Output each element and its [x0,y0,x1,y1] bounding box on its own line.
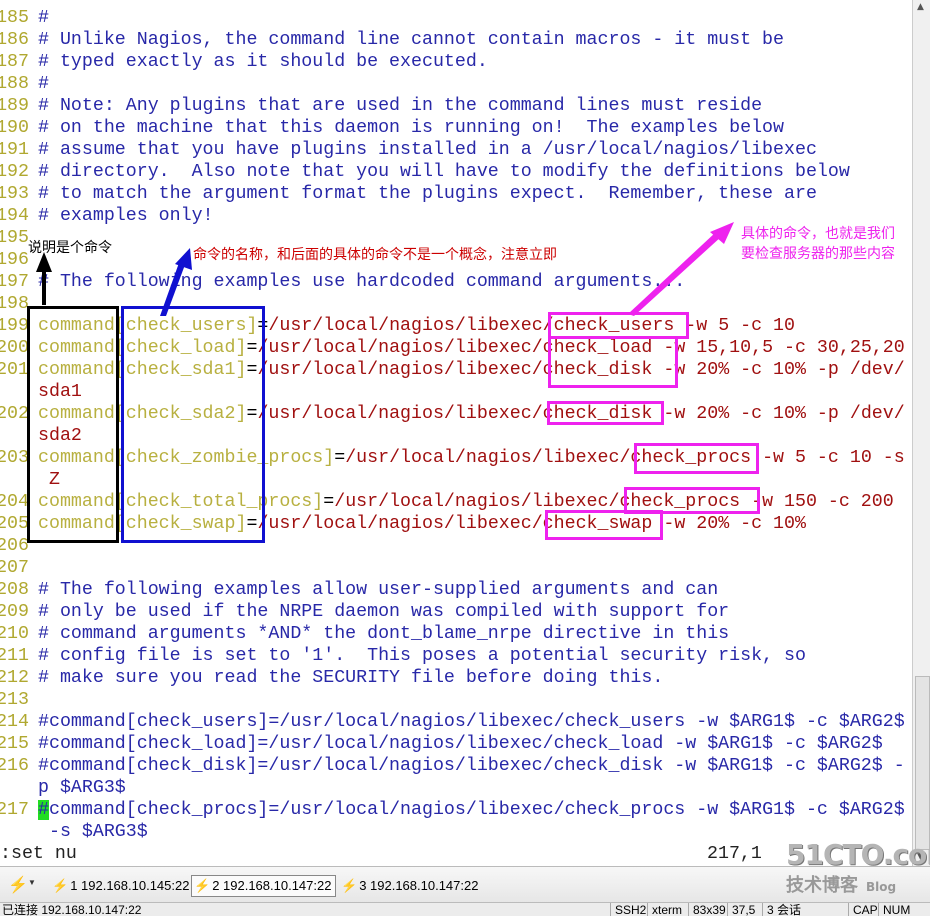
annotation-arrows [36,222,734,316]
status-size: 83x39 [688,903,730,916]
session-tab-label: 1 192.168.10.145:22 [70,878,190,893]
watermark-sub: 技术博客 [786,875,858,896]
session-icon: ⚡ [52,878,69,893]
session-icon: ⚡ [194,878,211,893]
session-tab-3[interactable]: ⚡ 3 192.168.10.147:22 [339,876,482,896]
scrollbar-thumb[interactable] [915,676,930,850]
vim-command: :set nu [0,844,77,864]
session-icon: ⚡ [341,878,358,893]
status-bar: 已连接 192.168.10.147:22 SSH2 xterm 83x39 3… [0,902,930,916]
vim-command-line: :set nu 217,1 [0,843,780,866]
session-tab-label: 2 192.168.10.147:22 [212,878,332,893]
watermark-blog: Blog [866,880,897,894]
status-protocol: SSH2 [610,903,650,916]
blue-arrow [160,248,192,316]
annotation-black-note: 说明是个命令 [28,240,112,256]
watermark-site: 51CTO.com [786,838,930,871]
session-tab-label: 3 192.168.10.147:22 [359,878,479,893]
scroll-up-icon[interactable]: ▲ [917,2,924,12]
status-cap: CAP [848,903,882,916]
cursor-position: 217,1 [707,844,762,864]
session-tab-1[interactable]: ⚡ 1 192.168.10.145:22 [50,876,193,896]
black-arrow [36,252,52,305]
vertical-scrollbar[interactable]: ▲ ▼ [912,0,930,866]
watermark-logo: 51CTO.com 技术博客 Blog [786,838,930,898]
annotation-red-note: 命令的名称，和后面的具体的命令不是一个概念，注意立即 [193,247,557,263]
status-terminal: xterm [647,903,686,916]
annotation-magenta-note-1: 具体的命令，也就是我们 [741,226,895,242]
connection-status: 已连接 192.168.10.147:22 [2,903,142,916]
terminal-editor[interactable]: 185 #186 # Unlike Nagios, the command line… [0,0,912,843]
dropdown-arrow-icon[interactable]: ▼ [28,878,36,887]
session-tab-2[interactable]: ⚡ 2 192.168.10.147:22 [191,875,337,897]
status-num: NUM [878,903,914,916]
annotation-magenta-note-2: 要检查服务器的那些内容 [741,246,895,262]
magenta-arrow [628,222,734,316]
status-sessions: 3 会话 [762,903,805,916]
status-position: 37,5 [727,903,759,916]
